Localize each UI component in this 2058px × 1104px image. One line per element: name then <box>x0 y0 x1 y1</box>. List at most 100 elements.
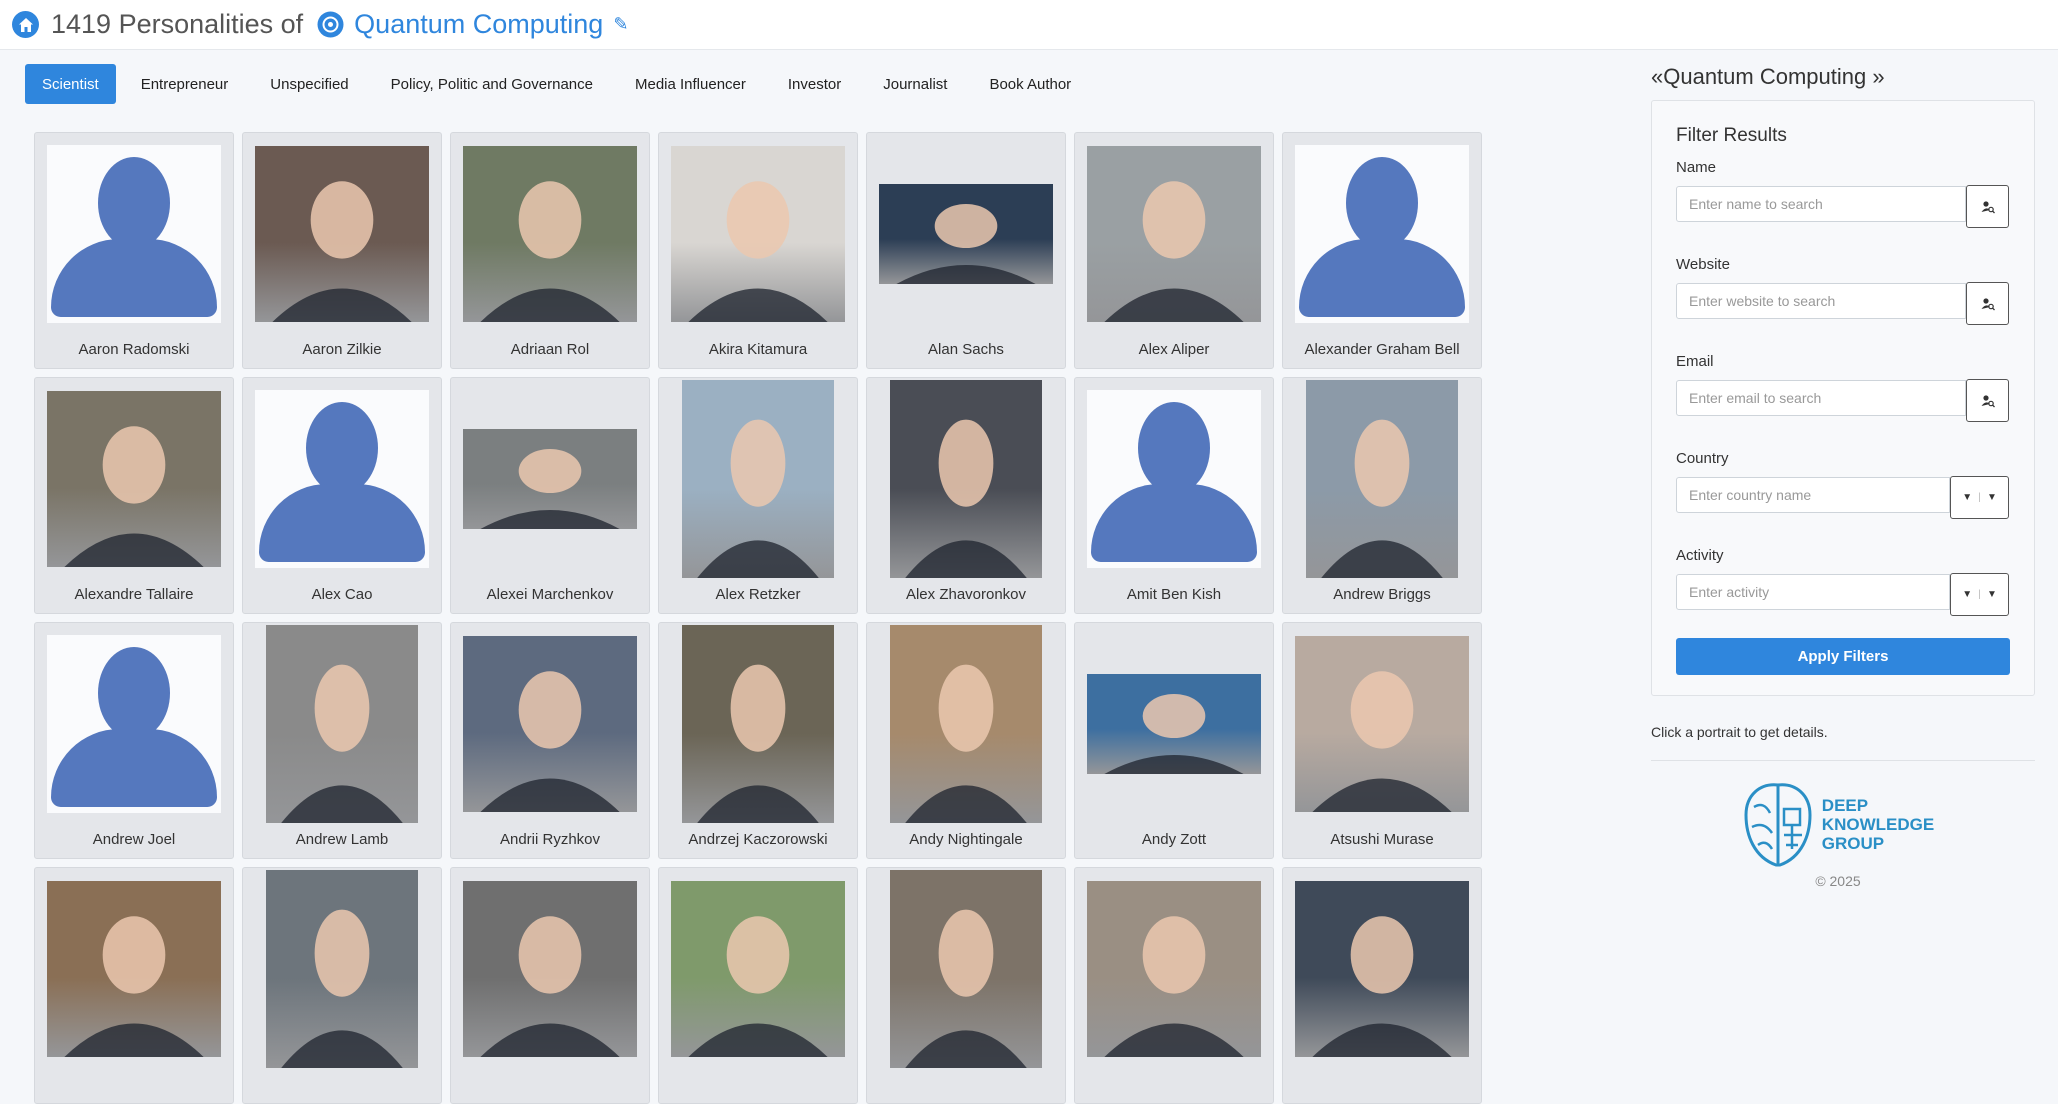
person-card[interactable]: Andrew Briggs <box>1282 377 1482 614</box>
personalities-grid: Aaron Radomski Aaron Zilkie Adriaan Rol Aki… <box>34 132 1482 1104</box>
person-card[interactable]: Akira Kitamura <box>658 132 858 369</box>
portrait-frame <box>878 625 1054 823</box>
portrait-frame <box>462 143 638 325</box>
person-card[interactable]: Andrzej Kaczorowski <box>658 622 858 859</box>
apply-filters-button[interactable]: Apply Filters <box>1676 638 2010 675</box>
portrait-frame <box>670 143 846 325</box>
user-search-icon[interactable] <box>1966 185 2009 228</box>
edit-pencil-icon[interactable]: ✎ <box>613 14 628 35</box>
home-icon[interactable] <box>12 11 39 38</box>
portrait-frame <box>462 633 638 815</box>
sidebar: «Quantum Computing » Filter Results Name… <box>1651 64 2035 889</box>
field-row-name: Enter name to search <box>1676 185 2009 228</box>
person-card[interactable]: Andy Zott <box>1074 622 1274 859</box>
portrait-frame <box>462 388 638 570</box>
tab-investor[interactable]: Investor <box>771 64 858 104</box>
person-name: Alexander Graham Bell <box>1304 341 1460 358</box>
divider <box>1651 760 2035 761</box>
brain-logo-icon <box>1744 783 1812 867</box>
name-input[interactable]: Enter name to search <box>1676 186 1967 222</box>
person-card[interactable]: Andrew Joel <box>34 622 234 859</box>
portrait-photo <box>463 881 637 1057</box>
person-card[interactable]: Alan Sachs <box>866 132 1066 369</box>
field-label-website: Website <box>1676 256 1730 273</box>
person-name: Alex Retzker <box>715 586 801 603</box>
page-header: 1419 Personalities of Quantum Computing … <box>0 0 2058 50</box>
portrait-frame <box>878 870 1054 1068</box>
field-label-email: Email <box>1676 353 1714 370</box>
person-card[interactable]: Aaron Zilkie <box>242 132 442 369</box>
dropdown-toggle[interactable]: ▼ | ▼ <box>1950 573 2009 616</box>
tab-media-influencer[interactable]: Media Influencer <box>618 64 763 104</box>
person-card[interactable] <box>242 867 442 1104</box>
activity-input[interactable]: Enter activity <box>1676 574 1951 610</box>
portrait-photo <box>1295 881 1469 1057</box>
person-name: Andy Nightingale <box>909 831 1023 848</box>
tab-policy-politic-and-governance[interactable]: Policy, Politic and Governance <box>374 64 610 104</box>
person-card[interactable]: Alexander Graham Bell <box>1282 132 1482 369</box>
portrait-photo <box>890 380 1042 578</box>
logo-line: GROUP <box>1821 833 1885 853</box>
tab-scientist[interactable]: Scientist <box>25 64 116 104</box>
portrait-frame <box>670 878 846 1060</box>
default-avatar-icon <box>47 635 221 813</box>
dropdown-toggle[interactable]: ▼ | ▼ <box>1950 476 2009 519</box>
portrait-photo <box>463 146 637 322</box>
portrait-frame <box>254 143 430 325</box>
tab-entrepreneur[interactable]: Entrepreneur <box>124 64 246 104</box>
chevron-down-icon: ▼ <box>1987 589 1997 600</box>
person-card[interactable]: Alex Cao <box>242 377 442 614</box>
portrait-frame <box>1294 380 1470 578</box>
person-card[interactable]: Adriaan Rol <box>450 132 650 369</box>
person-card[interactable]: Andrew Lamb <box>242 622 442 859</box>
portrait-photo <box>1087 881 1261 1057</box>
person-card[interactable] <box>450 867 650 1104</box>
user-search-icon[interactable] <box>1966 282 2009 325</box>
chevron-down-icon: ▼ <box>1962 492 1973 503</box>
logo-line: DEEP <box>1821 795 1869 815</box>
person-card[interactable] <box>866 867 1066 1104</box>
default-avatar-icon <box>1295 145 1469 323</box>
field-row-country: Enter country name ▼ | ▼ <box>1676 476 2009 519</box>
person-card[interactable] <box>1282 867 1482 1104</box>
person-card[interactable] <box>1074 867 1274 1104</box>
person-card[interactable]: Aaron Radomski <box>34 132 234 369</box>
field-label-country: Country <box>1676 450 1729 467</box>
person-name: Alexei Marchenkov <box>486 586 614 603</box>
field-label-name: Name <box>1676 159 1717 176</box>
portrait-frame <box>462 878 638 1060</box>
person-card[interactable]: Amit Ben Kish <box>1074 377 1274 614</box>
portrait-frame <box>878 380 1054 578</box>
tab-unspecified[interactable]: Unspecified <box>253 64 365 104</box>
portrait-photo <box>1306 380 1458 578</box>
person-name: Aaron Zilkie <box>302 341 382 358</box>
portrait-photo <box>890 870 1042 1068</box>
user-search-icon[interactable] <box>1966 379 2009 422</box>
person-card[interactable]: Andrii Ryzhkov <box>450 622 650 859</box>
website-input[interactable]: Enter website to search <box>1676 283 1967 319</box>
default-avatar-icon <box>255 390 429 568</box>
email-input[interactable]: Enter email to search <box>1676 380 1967 416</box>
chevron-down-icon: ▼ <box>1987 492 1997 503</box>
portrait-photo <box>1087 674 1261 774</box>
tab-book-author[interactable]: Book Author <box>972 64 1088 104</box>
personalities-count: 1419 Personalities of <box>51 9 304 39</box>
person-card[interactable] <box>34 867 234 1104</box>
person-card[interactable]: Alex Zhavoronkov <box>866 377 1066 614</box>
person-card[interactable]: Alex Aliper <box>1074 132 1274 369</box>
portrait-photo <box>463 636 637 812</box>
portrait-photo <box>682 625 834 823</box>
portrait-frame <box>1086 878 1262 1060</box>
portrait-frame <box>1294 878 1470 1060</box>
person-card[interactable] <box>658 867 858 1104</box>
topic-link[interactable]: Quantum Computing <box>354 9 603 40</box>
tab-journalist[interactable]: Journalist <box>866 64 964 104</box>
portrait-frame <box>1086 143 1262 325</box>
person-name: Alex Zhavoronkov <box>905 586 1027 603</box>
person-card[interactable]: Alex Retzker <box>658 377 858 614</box>
person-card[interactable]: Alexei Marchenkov <box>450 377 650 614</box>
person-card[interactable]: Andy Nightingale <box>866 622 1066 859</box>
country-input[interactable]: Enter country name <box>1676 477 1951 513</box>
person-card[interactable]: Alexandre Tallaire <box>34 377 234 614</box>
person-card[interactable]: Atsushi Murase <box>1282 622 1482 859</box>
